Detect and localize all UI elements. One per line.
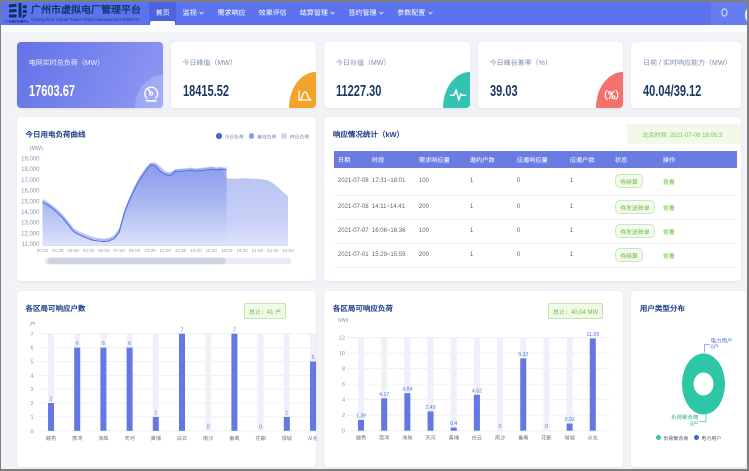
svg-text:15:00: 15:00 [190, 248, 202, 253]
svg-text:2: 2 [50, 397, 53, 403]
svg-text:6: 6 [102, 341, 105, 347]
svg-text:海珠: 海珠 [98, 435, 109, 442]
svg-text:15,000: 15,000 [21, 199, 40, 205]
svg-text:5: 5 [312, 355, 315, 361]
svg-text:0: 0 [545, 424, 548, 430]
svg-text:00:00: 00:00 [37, 248, 49, 253]
svg-text:12,000: 12,000 [21, 231, 40, 237]
svg-text:10:30: 10:30 [144, 248, 156, 253]
svg-text:22:30: 22:30 [267, 248, 279, 253]
svg-text:负荷聚合商: 负荷聚合商 [671, 414, 699, 421]
svg-text:6: 6 [128, 341, 131, 347]
svg-text:2: 2 [30, 401, 33, 407]
svg-text:电力用户: 电力用户 [711, 338, 733, 345]
svg-text:17,000: 17,000 [21, 178, 40, 184]
svg-text:花都: 花都 [542, 435, 552, 442]
svg-text:16,000: 16,000 [21, 189, 40, 195]
svg-text:7: 7 [181, 327, 184, 333]
svg-text:09:00: 09:00 [129, 248, 141, 253]
svg-text:11.89: 11.89 [587, 332, 600, 338]
svg-text:13:30: 13:30 [175, 248, 187, 253]
svg-text:19,000: 19,000 [21, 157, 40, 163]
svg-text:9.32: 9.32 [519, 352, 529, 358]
svg-text:2.49: 2.49 [426, 405, 436, 411]
svg-text:6: 6 [342, 382, 345, 388]
svg-text:番禺: 番禺 [229, 435, 239, 442]
svg-text:荔湾: 荔湾 [72, 435, 82, 442]
svg-text:18,000: 18,000 [21, 167, 40, 173]
svg-text:10: 10 [339, 351, 345, 357]
svg-text:21:00: 21:00 [252, 248, 264, 253]
svg-text:0户: 0户 [711, 344, 720, 351]
svg-text:从化: 从化 [308, 435, 317, 442]
svg-text:4: 4 [342, 398, 345, 404]
svg-text:黄埔: 黄埔 [449, 435, 459, 442]
svg-text:荔湾: 荔湾 [379, 435, 389, 442]
svg-text:6: 6 [30, 346, 33, 352]
svg-text:0: 0 [259, 424, 262, 430]
svg-text:越秀: 越秀 [356, 435, 366, 442]
svg-text:3户: 3户 [690, 421, 699, 428]
svg-text:01:30: 01:30 [52, 248, 64, 253]
svg-text:番禺: 番禺 [518, 435, 528, 442]
svg-text:天河: 天河 [426, 435, 436, 442]
svg-text:南沙: 南沙 [495, 435, 505, 442]
svg-text:南沙: 南沙 [203, 435, 213, 442]
svg-text:1: 1 [285, 410, 288, 416]
svg-text:03:00: 03:00 [67, 248, 79, 253]
svg-text:(MW): (MW) [30, 146, 44, 152]
svg-text:6: 6 [76, 341, 79, 347]
svg-text:1.39: 1.39 [356, 413, 366, 419]
svg-text:04:30: 04:30 [83, 248, 95, 253]
svg-text:花都: 花都 [255, 435, 265, 442]
svg-text:4.17: 4.17 [380, 392, 390, 398]
svg-text:4: 4 [30, 373, 33, 379]
svg-text:越秀: 越秀 [46, 435, 56, 442]
svg-text:黄埔: 黄埔 [151, 435, 161, 442]
svg-text:从化: 从化 [588, 435, 598, 442]
svg-text:3: 3 [30, 387, 33, 393]
svg-text:8: 8 [342, 367, 345, 373]
svg-text:07:30: 07:30 [113, 248, 125, 253]
svg-text:4.62: 4.62 [472, 388, 482, 394]
svg-text:7: 7 [233, 327, 236, 333]
svg-text:18:00: 18:00 [221, 248, 233, 253]
svg-text:5: 5 [30, 359, 33, 365]
svg-text:16:30: 16:30 [206, 248, 218, 253]
svg-text:增城: 增城 [282, 435, 293, 442]
svg-text:2: 2 [342, 413, 345, 419]
svg-text:0: 0 [499, 424, 502, 430]
svg-text:1: 1 [154, 410, 157, 416]
svg-text:白云: 白云 [472, 435, 482, 442]
svg-text:0.4: 0.4 [451, 421, 458, 427]
svg-text:户: 户 [30, 321, 36, 328]
svg-text:0.92: 0.92 [565, 417, 575, 423]
svg-text:MW: MW [338, 318, 349, 324]
svg-text:4.84: 4.84 [403, 387, 413, 393]
svg-text:增城: 增城 [565, 435, 576, 442]
svg-text:0: 0 [207, 424, 210, 430]
svg-text:12: 12 [339, 336, 345, 342]
svg-text:0: 0 [30, 429, 33, 435]
svg-text:12:00: 12:00 [160, 248, 172, 253]
svg-text:天河: 天河 [124, 435, 134, 442]
svg-text:白云: 白云 [177, 435, 187, 442]
svg-text:06:00: 06:00 [98, 248, 110, 253]
svg-text:14,000: 14,000 [21, 210, 40, 216]
svg-text:13,000: 13,000 [21, 221, 40, 227]
svg-text:24:00: 24:00 [282, 248, 294, 253]
svg-text:海珠: 海珠 [403, 435, 414, 442]
svg-text:7: 7 [30, 332, 33, 338]
svg-text:0: 0 [342, 429, 345, 435]
svg-text:1: 1 [30, 415, 33, 421]
svg-text:19:30: 19:30 [236, 248, 248, 253]
